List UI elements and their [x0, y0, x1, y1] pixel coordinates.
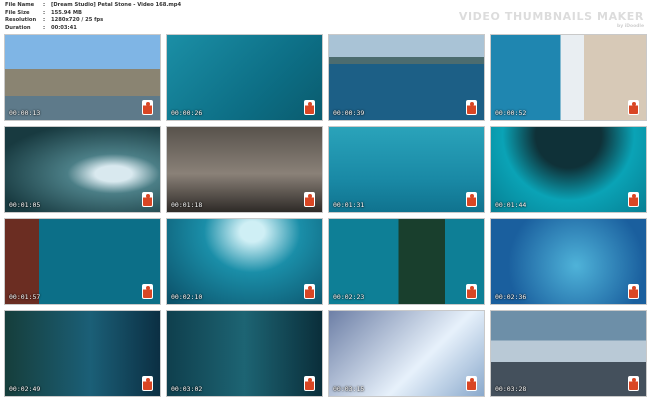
- studio-logo-icon: [628, 284, 639, 299]
- file-name-row: File Name : [Dream Studio] Petal Stone -…: [5, 2, 181, 10]
- studio-logo-icon: [466, 376, 477, 391]
- timestamp: 00:02:49: [9, 385, 41, 393]
- separator: :: [43, 24, 46, 31]
- separator: :: [43, 17, 46, 24]
- thumbnail-image: [329, 127, 484, 212]
- thumbnail[interactable]: 00:01:18: [166, 126, 323, 213]
- studio-logo-icon: [142, 192, 153, 207]
- thumbnail[interactable]: 00:01:05: [4, 126, 161, 213]
- timestamp: 00:02:23: [333, 293, 365, 301]
- resolution-label: Resolution: [5, 17, 37, 24]
- studio-logo-icon: [628, 376, 639, 391]
- duration-row: Duration : 00:03:41: [5, 25, 181, 33]
- timestamp: 00:00:13: [9, 109, 41, 117]
- file-size-value: 155.94 MB: [51, 9, 82, 16]
- thumbnail-image: [329, 311, 484, 396]
- studio-logo-icon: [304, 192, 315, 207]
- thumbnail-image: [329, 35, 484, 120]
- thumbnail[interactable]: 00:00:26: [166, 34, 323, 121]
- thumbnail-image: [5, 311, 160, 396]
- timestamp: 00:03:02: [171, 385, 203, 393]
- thumbnail-image: [329, 219, 484, 304]
- thumbnail[interactable]: 00:03:15: [328, 310, 485, 397]
- thumbnail-image: [167, 219, 322, 304]
- timestamp: 00:03:15: [333, 385, 365, 393]
- thumbnail[interactable]: 00:02:23: [328, 218, 485, 305]
- thumbnail-image: [167, 35, 322, 120]
- studio-logo-icon: [142, 284, 153, 299]
- studio-logo-icon: [466, 100, 477, 115]
- thumbnail-image: [491, 219, 646, 304]
- timestamp: 00:01:44: [495, 201, 527, 209]
- timestamp: 00:03:28: [495, 385, 527, 393]
- thumbnail[interactable]: 00:02:36: [490, 218, 647, 305]
- thumbnail[interactable]: 00:01:57: [4, 218, 161, 305]
- thumbnail-image: [491, 35, 646, 120]
- studio-logo-icon: [466, 284, 477, 299]
- file-name-label: File Name: [5, 2, 35, 8]
- studio-logo-icon: [304, 284, 315, 299]
- timestamp: 00:01:05: [9, 201, 41, 209]
- thumbnail[interactable]: 00:01:31: [328, 126, 485, 213]
- timestamp: 00:01:31: [333, 201, 365, 209]
- file-size-label: File Size: [5, 9, 30, 16]
- thumbnail-image: [5, 219, 160, 304]
- duration-value: 00:03:41: [51, 24, 77, 31]
- studio-logo-icon: [142, 100, 153, 115]
- thumbnail[interactable]: 00:02:10: [166, 218, 323, 305]
- thumbnail[interactable]: 00:03:02: [166, 310, 323, 397]
- thumbnail[interactable]: 00:00:13: [4, 34, 161, 121]
- timestamp: 00:00:26: [171, 109, 203, 117]
- timestamp: 00:01:57: [9, 293, 41, 301]
- timestamp: 00:00:52: [495, 109, 527, 117]
- studio-logo-icon: [304, 100, 315, 115]
- studio-logo-icon: [628, 192, 639, 207]
- timestamp: 00:02:36: [495, 293, 527, 301]
- separator: :: [43, 2, 46, 8]
- brand-title: VIDEO THUMBNAILS MAKER: [458, 10, 644, 23]
- brand-watermark: VIDEO THUMBNAILS MAKER by iDoodle: [459, 10, 644, 29]
- studio-logo-icon: [628, 100, 639, 115]
- separator: :: [43, 9, 46, 16]
- timestamp: 00:00:39: [333, 109, 365, 117]
- thumbnail-grid: 00:00:13 00:00:26 00:00:39 00:00:52 00:0…: [4, 34, 647, 397]
- resolution-row: Resolution : 1280x720 / 25 fps: [5, 17, 181, 25]
- thumbnail[interactable]: 00:00:39: [328, 34, 485, 121]
- file-size-row: File Size : 155.94 MB: [5, 10, 181, 18]
- duration-label: Duration: [5, 24, 31, 31]
- file-info: File Name : [Dream Studio] Petal Stone -…: [5, 2, 181, 32]
- thumbnail[interactable]: 00:00:52: [490, 34, 647, 121]
- studio-logo-icon: [466, 192, 477, 207]
- timestamp: 00:02:10: [171, 293, 203, 301]
- thumbnail-image: [5, 127, 160, 212]
- timestamp: 00:01:18: [171, 201, 203, 209]
- studio-logo-icon: [304, 376, 315, 391]
- thumbnail-image: [167, 311, 322, 396]
- thumbnail-image: [167, 127, 322, 212]
- thumbnail[interactable]: 00:01:44: [490, 126, 647, 213]
- thumbnail-image: [491, 311, 646, 396]
- file-name-value: [Dream Studio] Petal Stone - Video 168.m…: [51, 2, 182, 8]
- thumbnail[interactable]: 00:03:28: [490, 310, 647, 397]
- resolution-value: 1280x720 / 25 fps: [51, 17, 104, 24]
- thumbnail-image: [491, 127, 646, 212]
- thumbnail[interactable]: 00:02:49: [4, 310, 161, 397]
- thumbnail-image: [5, 35, 160, 120]
- brand-subtitle: by iDoodle: [617, 24, 644, 29]
- studio-logo-icon: [142, 376, 153, 391]
